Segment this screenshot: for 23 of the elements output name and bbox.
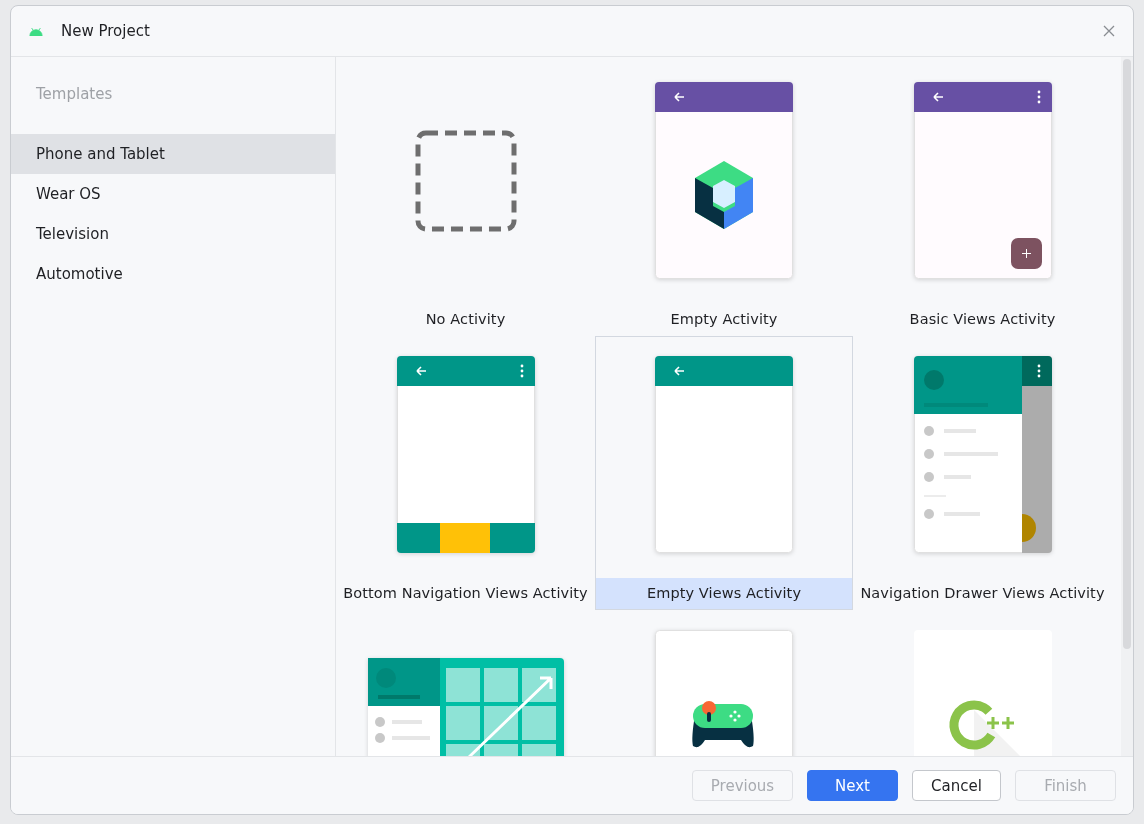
- sidebar-item[interactable]: Wear OS: [11, 174, 335, 214]
- dialog-button[interactable]: Cancel: [912, 770, 1001, 801]
- sidebar-item[interactable]: Television: [11, 214, 335, 254]
- template-label: Empty Views Activity: [596, 578, 852, 609]
- scrollbar[interactable]: [1121, 57, 1133, 756]
- template-tile[interactable]: Navigation Drawer Views Activity: [853, 336, 1112, 610]
- template-tile[interactable]: Basic Views Activity: [853, 62, 1112, 336]
- template-label: Navigation Drawer Views Activity: [859, 584, 1106, 603]
- template-tile[interactable]: Bottom Navigation Views Activity: [336, 336, 595, 610]
- template-tile[interactable]: Empty Views Activity: [595, 336, 853, 610]
- dialog-button[interactable]: Next: [807, 770, 898, 801]
- template-tile[interactable]: Empty Activity: [595, 62, 853, 336]
- template-label: Basic Views Activity: [908, 310, 1057, 329]
- android-logo-icon: [29, 26, 43, 36]
- template-label: No Activity: [424, 310, 507, 329]
- sidebar-heading: Templates: [35, 84, 114, 105]
- window-title: New Project: [61, 22, 151, 40]
- template-tile[interactable]: No Activity: [336, 62, 595, 336]
- close-icon[interactable]: [1103, 25, 1115, 37]
- template-label: Empty Activity: [669, 310, 779, 329]
- sidebar-item[interactable]: Automotive: [11, 254, 335, 294]
- sidebar-item[interactable]: Phone and Tablet: [11, 134, 335, 174]
- template-label: Bottom Navigation Views Activity: [342, 584, 589, 603]
